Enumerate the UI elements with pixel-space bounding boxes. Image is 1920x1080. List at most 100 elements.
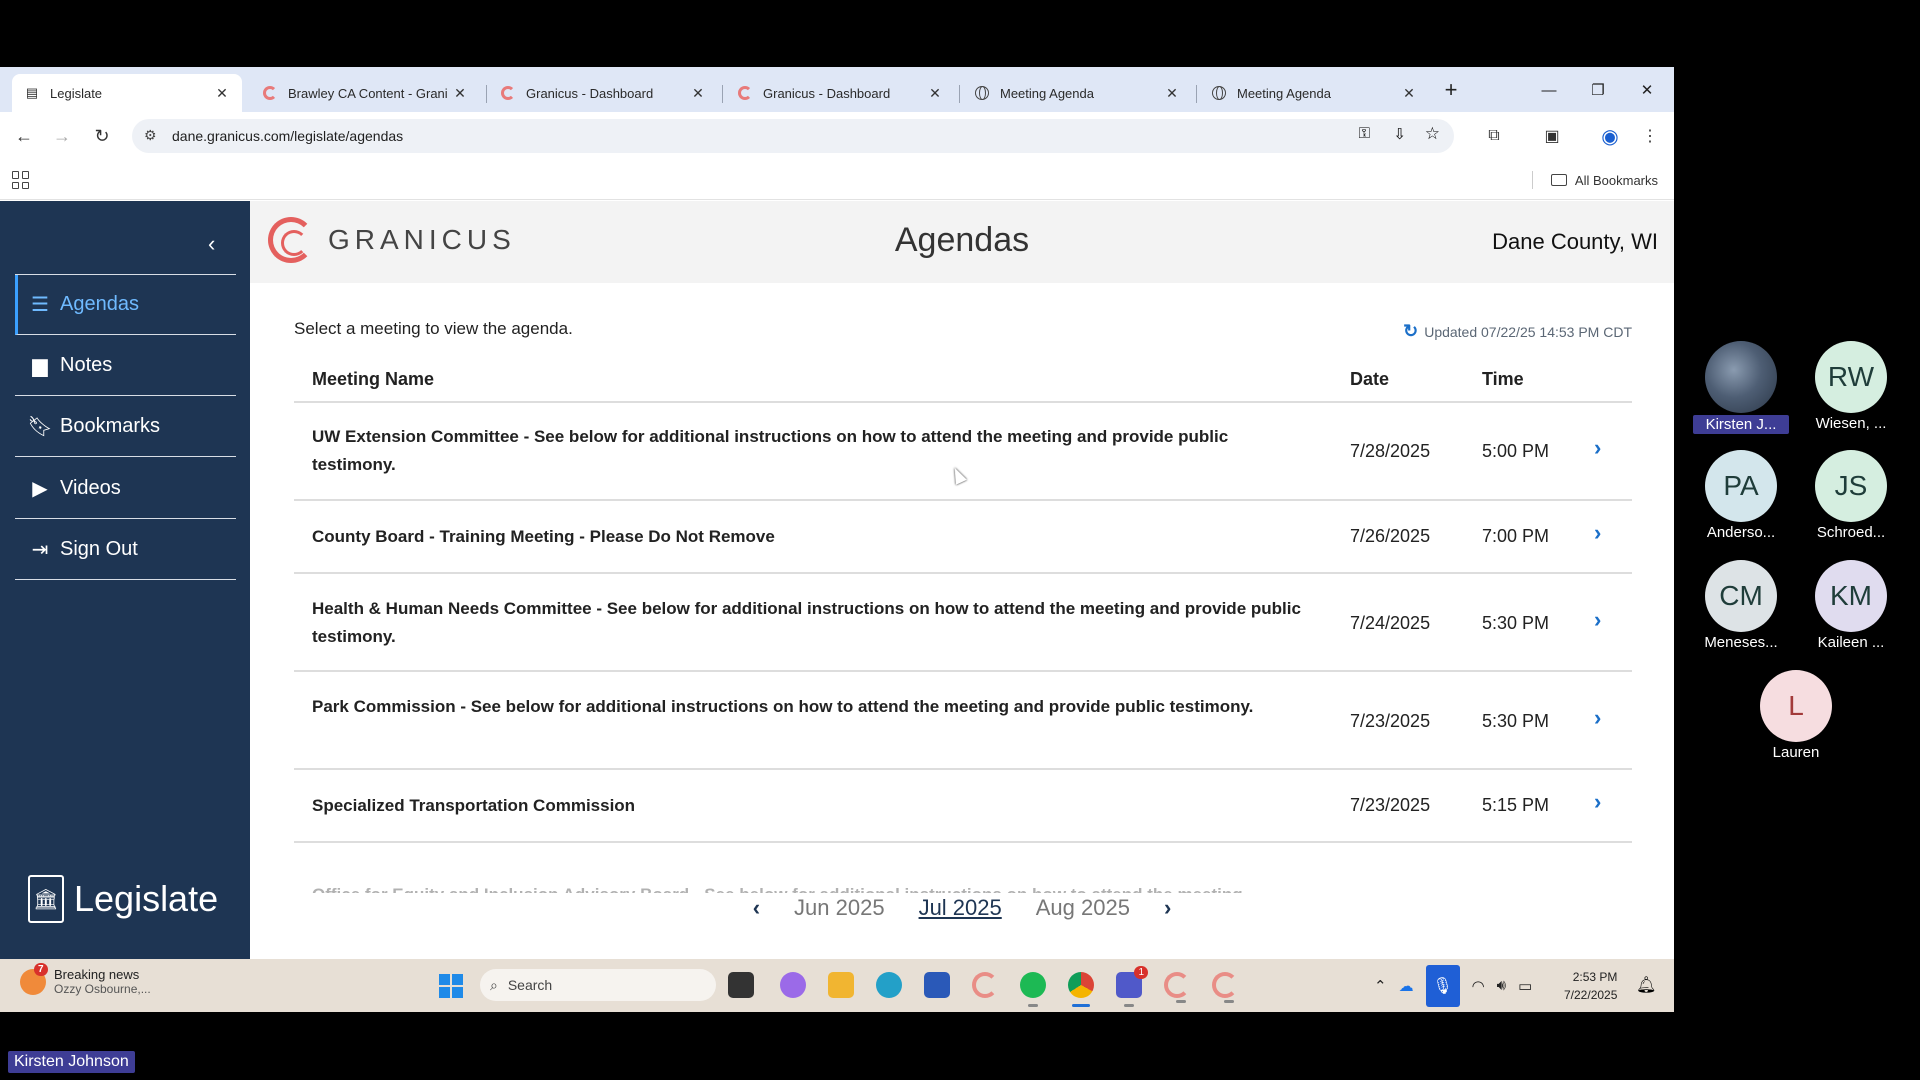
site-info-icon[interactable]: ⚙ [144,127,157,144]
profile-icon[interactable]: ◉ [1596,122,1624,150]
chevron-right-icon[interactable]: › [1594,607,1601,633]
close-icon[interactable]: ✕ [1164,85,1180,102]
sidebar-item-bookmarks[interactable]: 🔖︎ Bookmarks [15,397,236,457]
chevron-right-icon[interactable]: › [1164,895,1171,921]
table-header: Meeting Name Date Time [294,365,1632,403]
meeting-date: 7/24/2025 [1350,613,1431,633]
notification-bell-icon[interactable]: 🔔︎ [1636,975,1656,995]
meeting-date: 7/28/2025 [1350,441,1431,461]
copilot-icon[interactable] [780,972,806,998]
close-window-button[interactable]: ✕ [1624,75,1670,105]
avatar [1705,341,1777,413]
news-widget[interactable]: 7 Breaking news Ozzy Osbourne,... [20,962,151,996]
close-icon[interactable]: ✕ [214,85,230,102]
next-month-link[interactable]: Aug 2025 [1036,895,1130,921]
granicus-app-icon[interactable] [1164,972,1190,1003]
battery-icon[interactable]: ▭ [1518,977,1532,995]
current-month-link[interactable]: Jul 2025 [919,895,1002,921]
meeting-name[interactable]: Health & Human Needs Committee - See bel… [312,595,1312,651]
url-text[interactable]: dane.granicus.com/legislate/agendas [172,128,403,144]
granicus-app-icon[interactable] [972,972,998,998]
address-bar[interactable]: ⚙ dane.granicus.com/legislate/agendas ⚿ … [132,119,1454,153]
close-icon[interactable]: ✕ [927,85,943,102]
tab-granicus-dashboard-1[interactable]: Granicus - Dashboard ✕ [488,74,718,112]
partial-meeting-row[interactable]: Office for Equity and Inclusion Advisory… [312,881,1312,893]
tab-granicus-dashboard-2[interactable]: Granicus - Dashboard ✕ [725,74,955,112]
previous-month-link[interactable]: Jun 2025 [794,895,885,921]
participant-tile[interactable]: Kirsten J... [1693,341,1789,434]
close-icon[interactable]: ✕ [690,85,706,102]
close-icon[interactable]: ✕ [1401,85,1417,102]
meeting-name[interactable]: Specialized Transportation Commission [312,792,1312,820]
table-row[interactable]: Park Commission - See below for addition… [294,672,1632,770]
participant-tile[interactable]: KM Kaileen ... [1803,560,1899,651]
news-badge: 7 [34,962,48,976]
meeting-name[interactable]: Park Commission - See below for addition… [312,693,1312,721]
taskbar-search[interactable]: ⌕ Search [480,969,716,1001]
taskbar-clock[interactable]: 2:53 PM 7/22/2025 [1564,968,1617,1004]
minimize-button[interactable]: — [1526,75,1572,105]
spotify-icon[interactable] [1020,972,1046,1007]
tab-title: Brawley CA Content - Grani [288,85,448,101]
table-row[interactable]: UW Extension Committee - See below for a… [294,403,1632,501]
file-explorer-icon[interactable] [828,972,854,998]
participant-tile[interactable]: JS Schroed... [1803,450,1899,541]
refresh-icon[interactable]: ↻ [1403,321,1418,342]
table-row[interactable]: County Board - Training Meeting - Please… [294,501,1632,574]
star-icon[interactable]: ☆ [1425,124,1440,144]
extensions-icon[interactable]: ⧉ [1480,122,1508,150]
instruction-text: Select a meeting to view the agenda. [294,319,573,338]
chevron-right-icon[interactable]: › [1594,789,1601,815]
participant-tile[interactable]: RW Wiesen, ... [1803,341,1899,432]
windows-start-icon[interactable] [439,974,463,998]
tab-meeting-agenda-2[interactable]: Meeting Agenda ✕ [1199,74,1429,112]
volume-icon[interactable]: 🔊︎ [1497,977,1506,994]
close-icon[interactable]: ✕ [452,85,468,102]
microphone-icon[interactable]: 🎙︎ [1425,964,1460,1007]
store-icon[interactable] [924,972,950,998]
tab-meeting-agenda-1[interactable]: Meeting Agenda ✕ [962,74,1192,112]
meeting-name[interactable]: UW Extension Committee - See below for a… [312,423,1312,479]
password-key-icon[interactable]: ⚿ [1359,125,1370,142]
apps-grid-icon[interactable] [12,171,30,189]
reload-icon[interactable]: ↻ [88,122,116,150]
chevron-right-icon[interactable]: › [1594,520,1601,546]
menu-icon[interactable]: ⋮ [1636,122,1664,150]
sidebar-item-notes[interactable]: ▆ Notes [15,336,236,396]
chevron-right-icon[interactable]: › [1594,435,1601,461]
updated-status[interactable]: ↻ Updated 07/22/25 14:53 PM CDT [1403,321,1632,342]
participant-name: Lauren [1772,744,1820,761]
edge-icon[interactable] [876,972,902,998]
chevron-left-icon[interactable]: ‹ [753,895,760,921]
install-app-icon[interactable]: ⇩ [1393,125,1406,143]
participant-tile[interactable]: CM Meneses... [1693,560,1789,651]
wifi-icon[interactable]: ◠ [1472,977,1485,995]
table-row[interactable]: Specialized Transportation Commission 7/… [294,770,1632,843]
restore-button[interactable]: ❐ [1575,75,1621,105]
back-icon[interactable]: ← [10,122,38,150]
new-tab-button[interactable]: + [1428,75,1474,105]
chevron-up-icon[interactable]: ⌃ [1374,977,1387,995]
forward-icon[interactable]: → [48,122,76,150]
chrome-icon[interactable] [1068,972,1094,1007]
sidebar-item-agendas[interactable]: ☰ Agendas [15,275,236,335]
participant-tile[interactable]: PA Anderso... [1693,450,1789,541]
tab-legislate[interactable]: ▤ Legislate ✕ [12,74,242,112]
folder-icon [1550,174,1567,186]
onedrive-icon[interactable]: ☁ [1399,977,1414,995]
search-placeholder: Search [507,977,553,993]
table-row[interactable]: Health & Human Needs Committee - See bel… [294,574,1632,672]
granicus-app-icon[interactable] [1212,972,1238,1003]
all-bookmarks-button[interactable]: All Bookmarks [1531,171,1658,189]
teams-icon[interactable]: 1 [1116,966,1148,1007]
chevron-right-icon[interactable]: › [1594,705,1601,731]
side-panel-icon[interactable]: ▣ [1538,122,1566,150]
column-date: Date [1350,369,1390,389]
sidebar-item-videos[interactable]: ▶ Videos [15,459,236,519]
meeting-name[interactable]: County Board - Training Meeting - Please… [312,523,1312,551]
tab-brawley[interactable]: Brawley CA Content - Grani ✕ [250,74,480,112]
participant-tile[interactable]: L Lauren [1748,670,1844,761]
collapse-sidebar-icon[interactable]: ‹ [208,231,215,257]
sidebar-item-sign-out[interactable]: ⇥ Sign Out [15,520,236,580]
task-view-icon[interactable] [728,972,754,998]
